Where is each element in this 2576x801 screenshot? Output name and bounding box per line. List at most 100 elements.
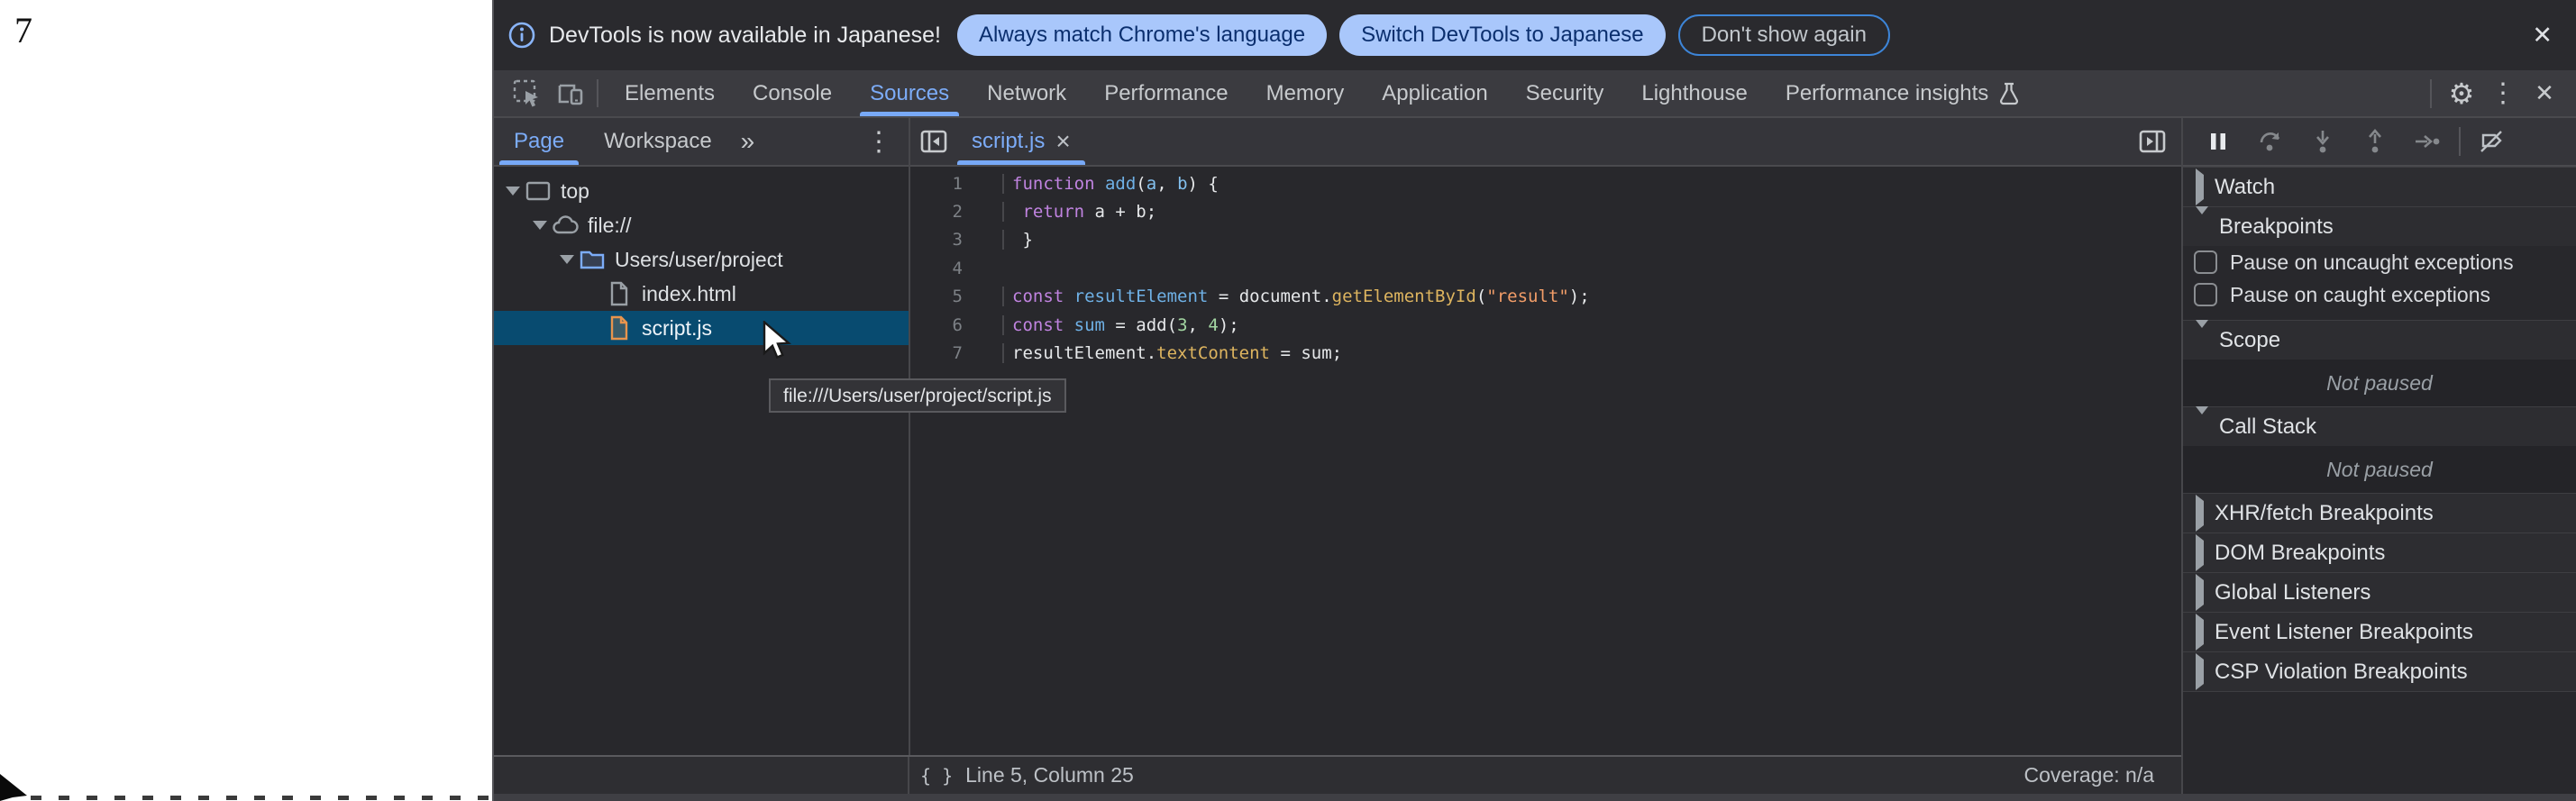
section-expander-icon[interactable]	[2196, 501, 2204, 526]
tree-row-top[interactable]: top	[494, 174, 909, 208]
section-csp-violation-breakpoints[interactable]: CSP Violation Breakpoints	[2183, 651, 2576, 691]
code-line: 7 resultElement.textContent = sum;	[910, 339, 2181, 367]
main-tab-label: Performance insights	[1786, 81, 1988, 106]
deactivate-breakpoints-icon[interactable]	[2466, 129, 2518, 154]
section-dom-breakpoints[interactable]: DOM Breakpoints	[2183, 532, 2576, 572]
step-into-icon[interactable]	[2297, 129, 2349, 154]
checkbox[interactable]	[2194, 283, 2217, 306]
tree-row-script-js[interactable]: script.js	[494, 311, 909, 345]
toggle-debugger-sidebar-icon[interactable]	[2129, 118, 2181, 165]
flask-icon	[1997, 81, 2021, 106]
editor-tab-scriptjs[interactable]: script.js ×	[957, 118, 1085, 165]
tree-row-users-user-project[interactable]: Users/user/project	[494, 242, 909, 277]
notification-message: DevTools is now available in Japanese!	[549, 23, 941, 49]
main-tab-performance[interactable]: Performance	[1085, 70, 1247, 116]
main-tab-elements[interactable]: Elements	[606, 70, 734, 116]
code-token: (	[1476, 287, 1486, 306]
code-token: ) {	[1188, 174, 1219, 194]
section-gap	[2183, 311, 2576, 320]
main-tab-network[interactable]: Network	[968, 70, 1085, 116]
breakpoint-option-row: Pause on uncaught exceptions	[2183, 246, 2576, 278]
more-options-icon[interactable]: ⋮	[2482, 77, 2524, 109]
navigator-tab-workspace[interactable]: Workspace	[589, 118, 726, 165]
page-result-text: 7	[14, 9, 32, 51]
devtools-close-icon[interactable]: ✕	[2524, 79, 2565, 107]
tree-item-label: Users/user/project	[615, 248, 783, 272]
line-number[interactable]: 2	[910, 202, 968, 222]
section-expander-icon[interactable]	[2196, 328, 2208, 353]
expander-icon[interactable]	[505, 187, 521, 196]
left-column: Page Workspace » ⋮ top	[494, 118, 2181, 794]
switch-devtools-japanese-button[interactable]: Switch DevTools to Japanese	[1339, 14, 1666, 56]
code-token	[1064, 287, 1073, 306]
code-line-content: resultElement.textContent = sum;	[1002, 343, 1342, 363]
match-chrome-language-button[interactable]: Always match Chrome's language	[957, 14, 1327, 56]
code-token: a + b;	[1084, 202, 1156, 222]
tree-item-icon	[579, 249, 606, 270]
navigator-menu-icon[interactable]: ⋮	[849, 118, 909, 165]
section-expander-icon[interactable]	[2196, 580, 2204, 605]
status-bar-spacer	[494, 757, 909, 794]
tab-close-icon[interactable]: ×	[1055, 129, 1070, 154]
main-tab-security[interactable]: Security	[1507, 70, 1623, 116]
line-number[interactable]: 1	[910, 174, 968, 194]
navigator-tab-page[interactable]: Page	[499, 118, 579, 165]
code-editor[interactable]: 1 function add(a, b) { 2 return a + b; 3…	[910, 167, 2181, 755]
not-paused-message: Not paused	[2183, 360, 2576, 406]
dont-show-again-button[interactable]: Don't show again	[1678, 14, 1890, 56]
toggle-navigator-sidebar-icon[interactable]	[910, 118, 957, 165]
tree-row-index-html[interactable]: index.html	[494, 277, 909, 311]
checkbox-label: Pause on uncaught exceptions	[2230, 250, 2514, 275]
section-expander-icon[interactable]	[2196, 620, 2204, 645]
step-over-icon[interactable]	[2244, 129, 2297, 154]
line-number[interactable]: 4	[910, 259, 968, 278]
main-tab-memory[interactable]: Memory	[1247, 70, 1364, 116]
expander-icon[interactable]	[559, 255, 575, 264]
step-out-icon[interactable]	[2349, 129, 2401, 154]
expander-icon[interactable]	[532, 221, 548, 230]
section-expander-icon[interactable]	[2196, 214, 2208, 240]
tree-row-file-[interactable]: file://	[494, 208, 909, 242]
code-token: sum	[1074, 315, 1105, 335]
checkbox[interactable]	[2194, 250, 2217, 274]
corner-cursor-icon	[0, 769, 31, 801]
section-scope[interactable]: Scope	[2183, 320, 2576, 360]
code-token: getElementById	[1332, 287, 1476, 306]
pretty-print-icon[interactable]: { }	[920, 765, 953, 787]
main-tab-label: Lighthouse	[1641, 81, 1747, 106]
section-call-stack[interactable]: Call Stack	[2183, 406, 2576, 446]
status-bar: { } Line 5, Column 25 Coverage: n/a	[494, 755, 2181, 794]
code-token	[1064, 315, 1073, 335]
section-expander-icon[interactable]	[2196, 414, 2208, 440]
section-expander-icon[interactable]	[2196, 660, 2204, 685]
main-tab-application[interactable]: Application	[1363, 70, 1506, 116]
main-tab-lighthouse[interactable]: Lighthouse	[1622, 70, 1766, 116]
section-global-listeners[interactable]: Global Listeners	[2183, 572, 2576, 612]
line-number[interactable]: 6	[910, 315, 968, 335]
section-event-listener-breakpoints[interactable]: Event Listener Breakpoints	[2183, 612, 2576, 651]
code-token: );	[1569, 287, 1590, 306]
section-expander-icon[interactable]	[2196, 175, 2204, 200]
pause-icon[interactable]	[2192, 130, 2244, 153]
line-number[interactable]: 3	[910, 230, 968, 250]
line-number[interactable]: 5	[910, 287, 968, 306]
settings-gear-icon[interactable]: ⚙	[2441, 77, 2482, 111]
section-expander-icon[interactable]	[2196, 541, 2204, 566]
main-tab-console[interactable]: Console	[734, 70, 851, 116]
screen: 7 DevTools is now available in Japanese!…	[0, 0, 2576, 801]
section-xhr-fetch-breakpoints[interactable]: XHR/fetch Breakpoints	[2183, 493, 2576, 532]
inspect-element-icon[interactable]	[507, 70, 548, 116]
main-tab-label: Application	[1382, 81, 1487, 106]
more-tabs-icon[interactable]: »	[732, 118, 764, 165]
section-label: Call Stack	[2219, 414, 2316, 440]
web-page-area: 7	[0, 0, 492, 801]
line-number[interactable]: 7	[910, 343, 968, 363]
device-toolbar-icon[interactable]	[548, 70, 589, 116]
section-watch[interactable]: Watch	[2183, 167, 2576, 206]
notification-close-icon[interactable]: ✕	[2532, 22, 2553, 50]
main-tab-label: Sources	[870, 81, 949, 106]
section-breakpoints[interactable]: Breakpoints	[2183, 206, 2576, 246]
step-icon[interactable]	[2401, 131, 2453, 152]
main-tab-sources[interactable]: Sources	[851, 70, 968, 116]
main-tab-performance-insights[interactable]: Performance insights	[1767, 70, 2040, 116]
